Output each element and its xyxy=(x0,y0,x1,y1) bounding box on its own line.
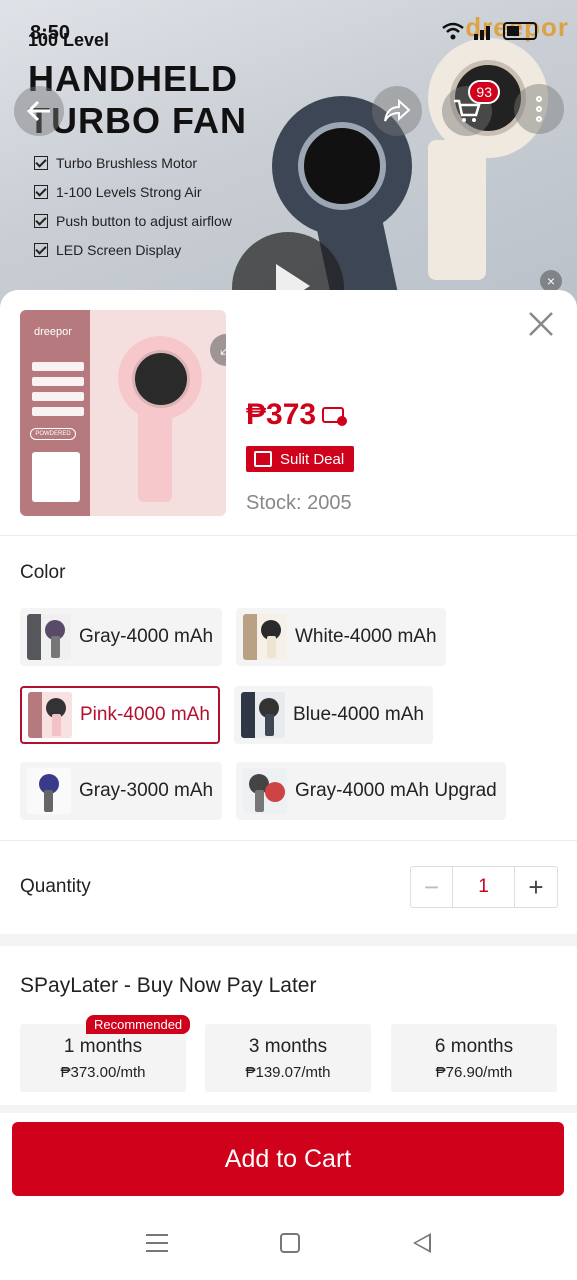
quantity-label: Quantity xyxy=(20,876,91,897)
variant-thumbnail xyxy=(243,614,287,660)
signal-icon xyxy=(474,26,490,40)
section-separator xyxy=(0,1105,577,1113)
variant-thumbnail xyxy=(243,768,287,814)
installment-plan-1[interactable]: 1 months ₱373.00/mth xyxy=(20,1024,186,1092)
add-to-cart-button[interactable]: Add to Cart xyxy=(12,1122,564,1196)
feature-list: Turbo Brushless Motor 1-100 Levels Stron… xyxy=(34,148,232,264)
checkbox-icon xyxy=(34,213,48,228)
variant-thumbnail xyxy=(27,768,71,814)
expand-image-icon[interactable]: ⤢ xyxy=(210,334,226,366)
feature-item: Turbo Brushless Motor xyxy=(34,148,232,177)
product-banner[interactable]: 8:50 dreepor 100 Level HANDHELD TURBO FA… xyxy=(0,0,577,330)
quantity-stepper: − 1 + xyxy=(410,866,558,908)
thumbs-up-icon xyxy=(254,451,272,467)
more-options-button[interactable] xyxy=(514,84,564,134)
spaylater-title: SPayLater - Buy Now Pay Later xyxy=(20,974,317,997)
quantity-value[interactable]: 1 xyxy=(453,867,515,907)
variant-thumbnail xyxy=(27,614,71,660)
color-option-white-4000[interactable]: White-4000 mAh xyxy=(236,608,446,666)
recent-apps-icon[interactable] xyxy=(146,1234,169,1252)
variant-thumbnail xyxy=(241,692,285,738)
variant-selection-sheet: dreepor POWDERED ⤢ ₱373 Sulit Deal Stock… xyxy=(0,290,577,1280)
feature-item: 1-100 Levels Strong Air xyxy=(34,177,232,206)
checkbox-icon xyxy=(34,184,48,199)
product-price: ₱373 xyxy=(246,398,348,432)
hero-title-line1: HANDHELD xyxy=(28,58,238,99)
divider xyxy=(0,840,577,841)
color-option-blue-4000[interactable]: Blue-4000 mAh xyxy=(234,686,433,744)
checkbox-icon xyxy=(34,242,48,257)
close-video-icon[interactable]: × xyxy=(540,270,562,292)
arrow-left-icon xyxy=(26,100,50,122)
product-image-white-fan-handle xyxy=(428,140,486,280)
home-icon[interactable] xyxy=(280,1233,301,1253)
system-nav-bar xyxy=(0,1206,577,1280)
price-guarantee-icon xyxy=(322,407,348,426)
stock-count: Stock: 2005 xyxy=(246,492,352,514)
back-button[interactable] xyxy=(14,86,64,136)
back-triangle-icon[interactable] xyxy=(412,1233,431,1253)
section-separator xyxy=(0,934,577,946)
variant-thumbnail xyxy=(28,692,72,738)
sulit-deal-badge: Sulit Deal xyxy=(246,446,355,472)
installment-plan-3[interactable]: 3 months ₱139.07/mth xyxy=(205,1024,371,1092)
thumb-brand: dreepor xyxy=(34,326,72,338)
cart-button[interactable]: 93 xyxy=(442,80,500,136)
thumb-badge: POWDERED xyxy=(30,428,76,440)
color-label: Color xyxy=(20,562,66,583)
close-sheet-icon[interactable] xyxy=(524,310,558,344)
checkbox-icon xyxy=(34,155,48,170)
color-option-pink-4000[interactable]: Pink-4000 mAh xyxy=(20,686,220,744)
hero-level-text: 100 Level xyxy=(28,30,110,50)
share-button[interactable] xyxy=(372,86,422,136)
wifi-icon xyxy=(442,22,464,40)
divider xyxy=(0,535,577,536)
cart-count-badge: 93 xyxy=(468,80,500,104)
status-icons xyxy=(441,22,537,40)
quantity-increase-button[interactable]: + xyxy=(515,867,557,907)
selected-variant-image[interactable]: dreepor POWDERED ⤢ xyxy=(20,310,226,516)
recommended-badge: Recommended xyxy=(86,1015,191,1034)
color-option-gray-4000[interactable]: Gray-4000 mAh xyxy=(20,608,223,666)
color-option-gray-3000[interactable]: Gray-3000 mAh xyxy=(20,762,223,820)
color-option-gray-4000-upgrade[interactable]: Gray-4000 mAh Upgrad xyxy=(236,762,506,820)
more-vertical-icon xyxy=(536,96,542,122)
feature-item: Push button to adjust airflow xyxy=(34,206,232,235)
installment-plan-6[interactable]: 6 months ₱76.90/mth xyxy=(391,1024,557,1092)
battery-icon xyxy=(503,22,537,40)
quantity-decrease-button[interactable]: − xyxy=(411,867,453,907)
feature-item: LED Screen Display xyxy=(34,235,232,264)
share-icon xyxy=(384,99,411,122)
